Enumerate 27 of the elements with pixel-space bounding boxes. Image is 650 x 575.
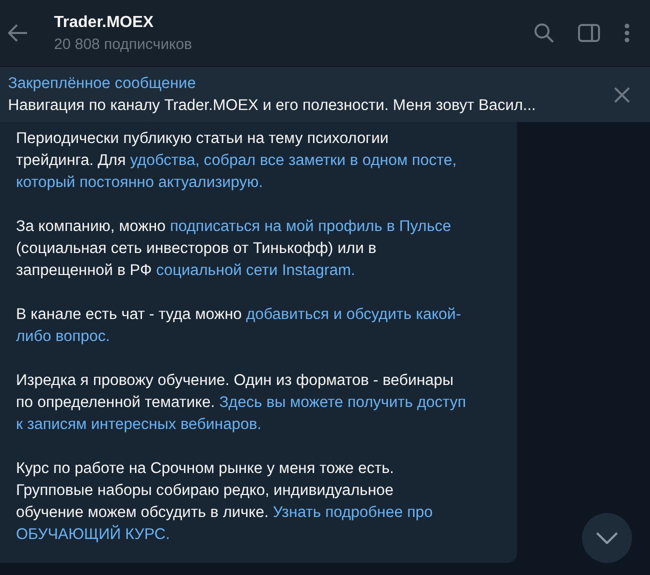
subscriber-count: 20 808 подписчиков <box>54 36 194 52</box>
message-link[interactable]: к записям интересных вебинаров. <box>16 416 262 433</box>
message-link[interactable]: удобства, собрал все заметки в одном посте, <box>130 152 457 169</box>
chevron-down-icon <box>596 532 618 544</box>
message-link[interactable]: Узнать подробнее про <box>272 504 433 521</box>
scroll-down-button[interactable] <box>582 513 632 563</box>
message-link[interactable]: добавиться и обсудить какой- <box>246 306 461 323</box>
pinned-message-bar[interactable]: Закреплённое сообщение Навигация по каналу Trader.MOEX и его полезности. Меня зовут Васил... <box>0 66 650 122</box>
more-menu-icon[interactable] <box>624 23 630 43</box>
pinned-text: Навигация по каналу Trader.MOEX и его полезности. Меня зовут Васил... <box>8 96 537 114</box>
message-link[interactable]: ОБУЧАЮЩИЙ КУРС. <box>16 526 170 543</box>
message-paragraph: Изредка я провожу обучение. Один из форматов - вебинары по определенной тематике. Здесь вы можете получить доступ к записям интересных вебинаров. <box>16 371 467 435</box>
sidebar-toggle-icon[interactable] <box>578 24 600 42</box>
message-link[interactable]: социальной сети Instagram. <box>156 262 356 279</box>
close-icon[interactable] <box>614 86 630 102</box>
search-icon[interactable] <box>534 23 554 43</box>
message-link[interactable]: который постоянно актуализирую. <box>16 174 263 191</box>
message-paragraph: Периодически публикую статьи на тему психологии трейдинга. Для удобства, собрал все заметки в одном посте, который постоянно актуализирую. <box>16 129 458 193</box>
message-paragraph: В канале есть чат - туда можно добавиться и обсудить какой- либо вопрос. <box>16 305 462 347</box>
message-link[interactable]: либо вопрос. <box>16 328 110 345</box>
pinned-label: Закреплённое сообщение <box>8 74 197 92</box>
channel-title: Trader.MOEX <box>54 14 155 32</box>
back-icon[interactable] <box>8 24 28 42</box>
message-link[interactable]: подписаться на мой профиль в Пульсе <box>170 218 452 235</box>
message-paragraph: За компанию, можно подписаться на мой профиль в Пульсе (социальная сеть инвесторов от Тинькофф) или в запрещенной в РФ социальной сети Instagram. <box>16 217 452 281</box>
message-paragraph: Курс по работе на Срочном рынке у меня тоже есть. Групповые наборы собираю редко, индивидуальное обучение можем обсудить в личке. Узнать подробнее про ОБУЧАЮЩИЙ КУРС. <box>16 459 434 545</box>
message-link[interactable]: Здесь вы можете получить доступ <box>219 394 466 411</box>
